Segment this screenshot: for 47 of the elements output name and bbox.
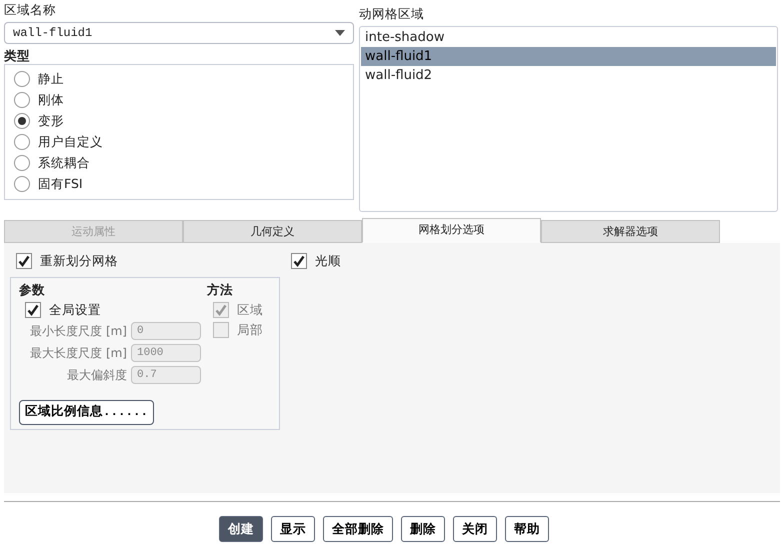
radio-button[interactable] — [14, 154, 30, 170]
checkbox-label: 光顺 — [315, 253, 341, 269]
field-label: 最大长度尺度 [m] — [29, 345, 127, 362]
radio-label: 刚体 — [38, 92, 64, 108]
radio-button[interactable] — [14, 134, 30, 150]
checkbox-label: 全局设置 — [49, 302, 101, 318]
radio-label: 系统耦合 — [38, 154, 90, 170]
tab[interactable]: 求解器选项 — [541, 220, 720, 243]
tab[interactable]: 几何定义 — [183, 220, 362, 243]
radio-label: 固有FSI — [38, 176, 83, 192]
dialog-button[interactable]: 创建 — [219, 516, 263, 542]
checkbox[interactable] — [16, 253, 32, 269]
radio-button[interactable] — [14, 112, 30, 128]
group-label: 方法 — [207, 282, 234, 298]
checkbox-label: 局部 — [237, 322, 263, 338]
dialog-button[interactable]: 显示 — [271, 516, 315, 542]
dialog-button[interactable]: 帮助 — [505, 516, 549, 542]
checkbox[interactable] — [25, 302, 41, 318]
radio-button[interactable] — [14, 70, 30, 86]
radio-button[interactable] — [14, 92, 30, 108]
checkbox-label: 区域 — [237, 302, 263, 318]
radio-button[interactable] — [14, 176, 30, 192]
dialog-button[interactable]: 关闭 — [453, 516, 497, 542]
zone-name-dropdown[interactable]: wall-fluid1 — [4, 22, 354, 44]
group-label: 类型 — [4, 48, 31, 64]
radio-label: 用户自定义 — [38, 134, 103, 150]
check-icon — [293, 255, 305, 267]
field-label: 最大偏斜度 — [66, 367, 127, 384]
caret-icon — [335, 30, 345, 36]
list-label: 动网格区域 — [359, 6, 425, 22]
tab[interactable]: 网格划分选项 — [362, 218, 541, 243]
check-icon — [27, 304, 39, 316]
list-item[interactable]: wall-fluid2 — [361, 66, 776, 85]
field-label: 区域名称 — [4, 2, 57, 18]
zone-scale-info-button[interactable]: 区域比例信息...... — [19, 400, 154, 425]
radio-label: 变形 — [38, 112, 64, 128]
list-item[interactable]: inte-shadow — [361, 28, 776, 47]
check-icon — [215, 304, 227, 316]
field-label: 最小长度尺度 [m] — [29, 323, 127, 340]
radio-label: 静止 — [38, 70, 64, 86]
dialog-button[interactable]: 删除 — [401, 516, 445, 542]
dialog-button[interactable]: 全部删除 — [323, 516, 393, 542]
group-label: 参数 — [19, 282, 46, 298]
checkbox[interactable] — [291, 253, 307, 269]
check-icon — [18, 255, 30, 267]
list-item[interactable]: wall-fluid1 — [361, 47, 776, 66]
checkbox-label: 重新划分网格 — [40, 253, 118, 269]
